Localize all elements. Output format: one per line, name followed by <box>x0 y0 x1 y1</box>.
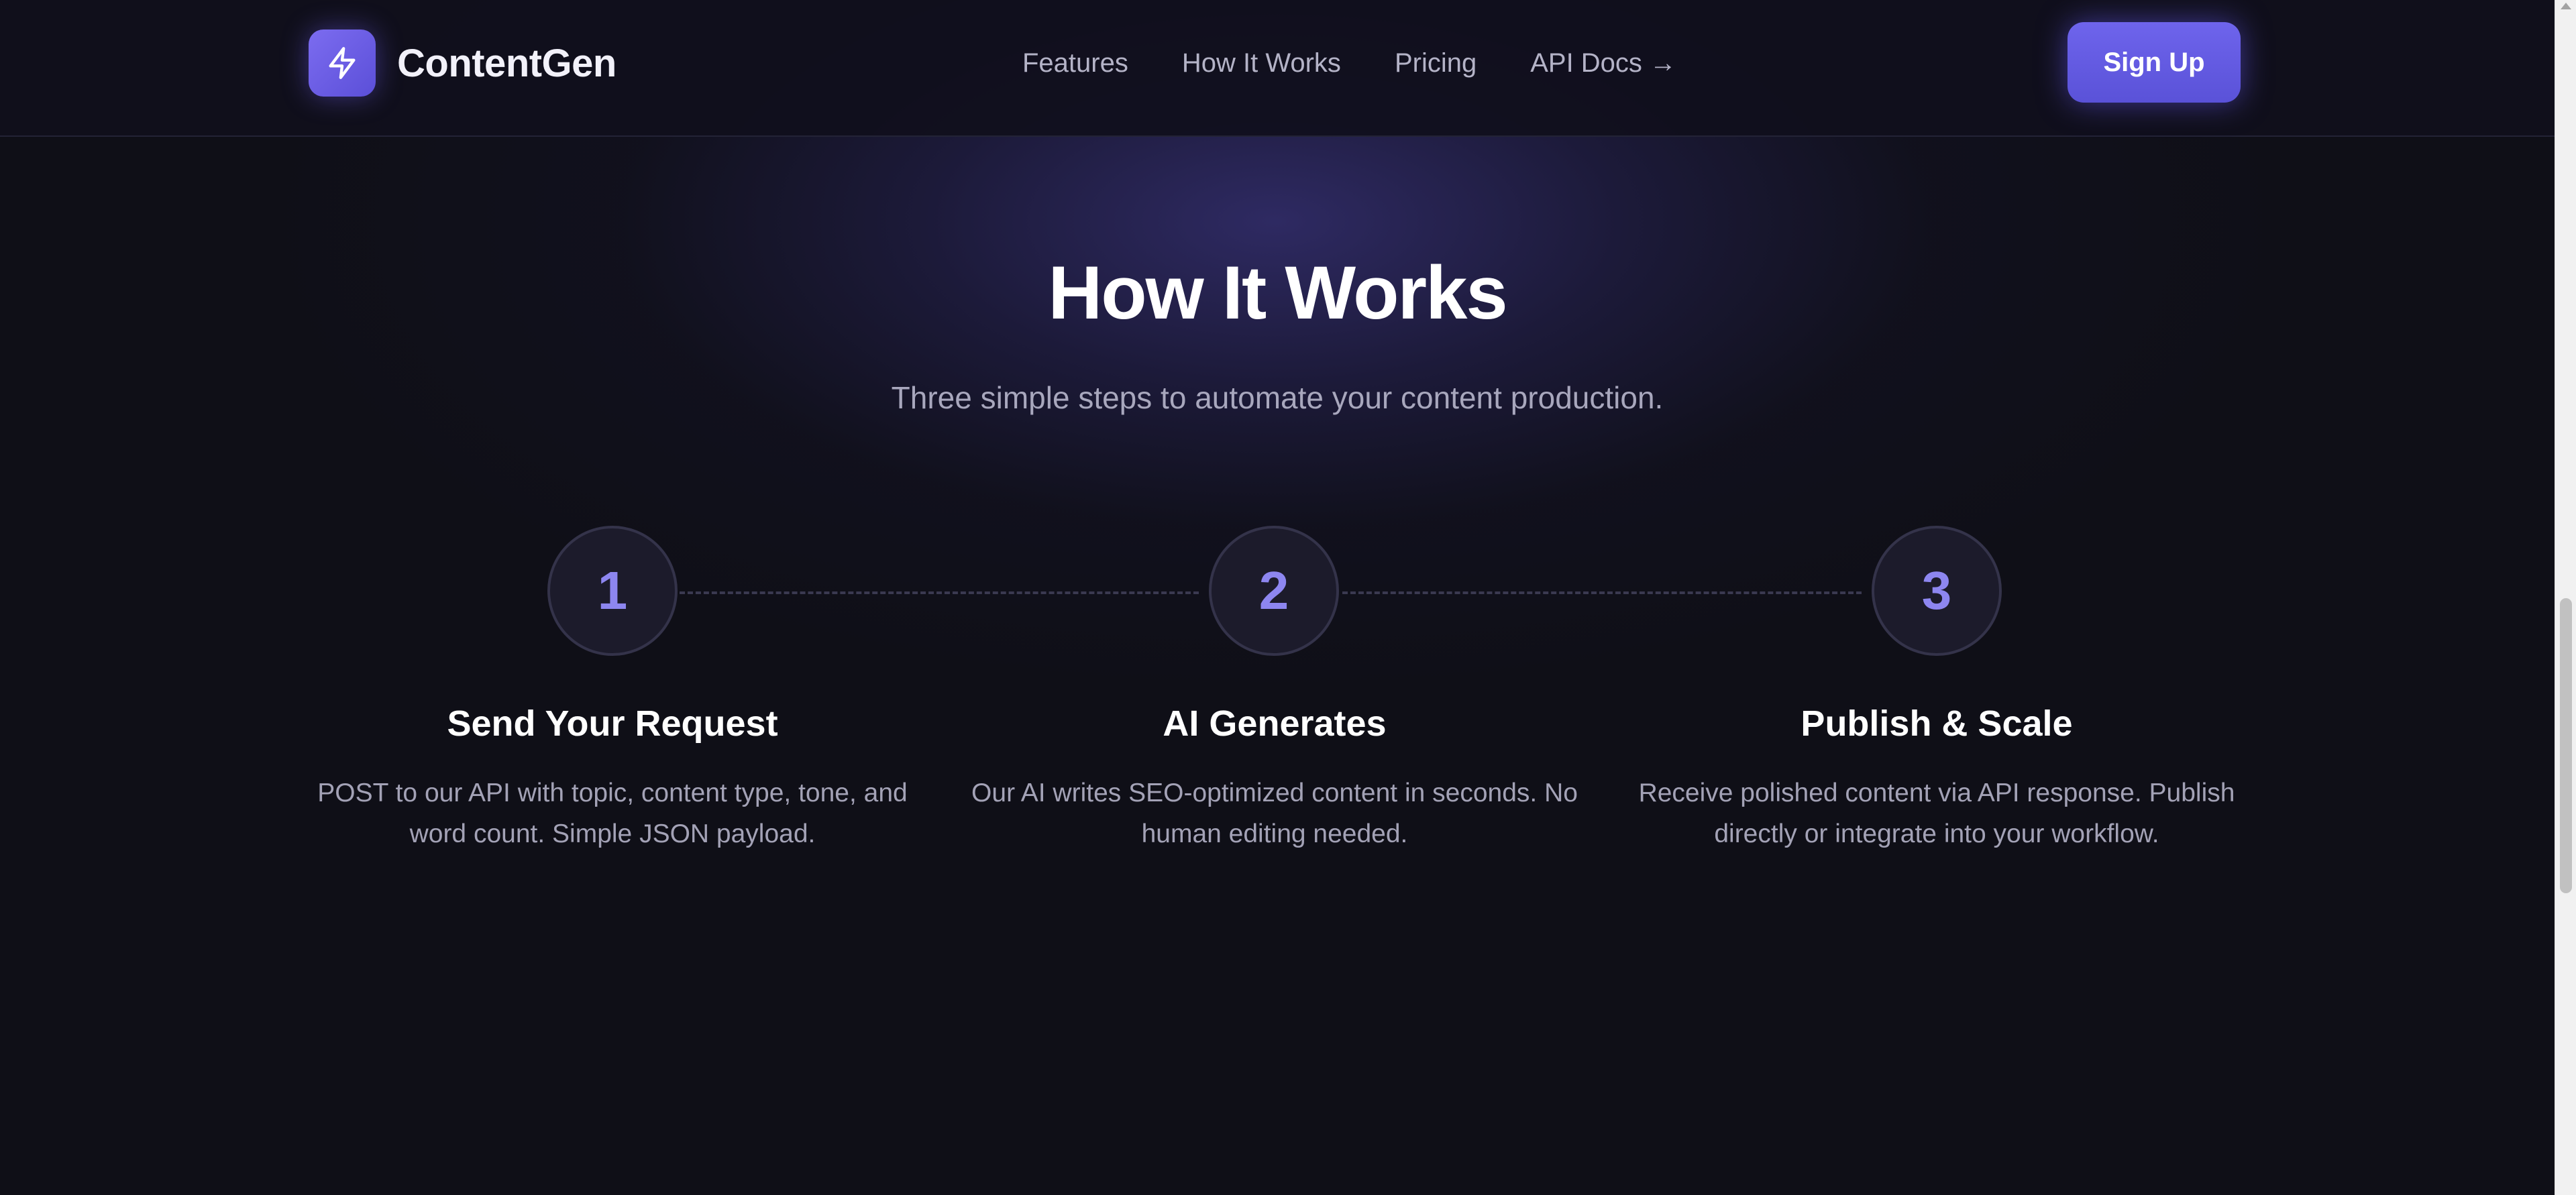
step-number-3: 3 <box>1872 526 2002 656</box>
step-connector-1-2 <box>680 591 1199 594</box>
nav-link-pricing[interactable]: Pricing <box>1395 48 1477 78</box>
step-number-2: 2 <box>1209 526 1339 656</box>
section-title: How It Works <box>1048 251 1507 335</box>
step-description-2: Our AI writes SEO-optimized content in s… <box>971 779 1578 848</box>
step-connector-2-3 <box>1342 591 1862 594</box>
step-title-2: AI Generates <box>1163 703 1387 744</box>
nav-link-how-it-works[interactable]: How It Works <box>1182 48 1341 78</box>
nav-links: Features How It Works Pricing API Docs → <box>1022 44 1676 82</box>
logo[interactable]: ContentGen <box>309 30 616 97</box>
sign-up-button[interactable]: Sign Up <box>2068 22 2241 103</box>
brand-name: ContentGen <box>397 41 616 85</box>
nav-link-api-docs[interactable]: API Docs → <box>1530 48 1676 78</box>
lightning-icon <box>309 30 376 97</box>
navbar: ContentGen Features How It Works Pricing… <box>0 0 2555 137</box>
step-title-3: Publish & Scale <box>1801 703 2073 744</box>
step-title-1: Send Your Request <box>447 703 778 744</box>
page: ContentGen Features How It Works Pricing… <box>0 0 2576 1195</box>
step-number-1: 1 <box>547 526 678 656</box>
step-description-3: Receive polished content via API respons… <box>1638 779 2235 848</box>
scrollbar[interactable] <box>2555 0 2576 1195</box>
scrollbar-thumb[interactable] <box>2560 598 2572 893</box>
section-subtitle: Three simple steps to automate your cont… <box>891 380 1664 415</box>
scroll-up-arrow-icon[interactable] <box>2561 3 2571 9</box>
step-description-1: POST to our API with topic, content type… <box>317 779 908 848</box>
nav-link-features[interactable]: Features <box>1022 48 1128 78</box>
